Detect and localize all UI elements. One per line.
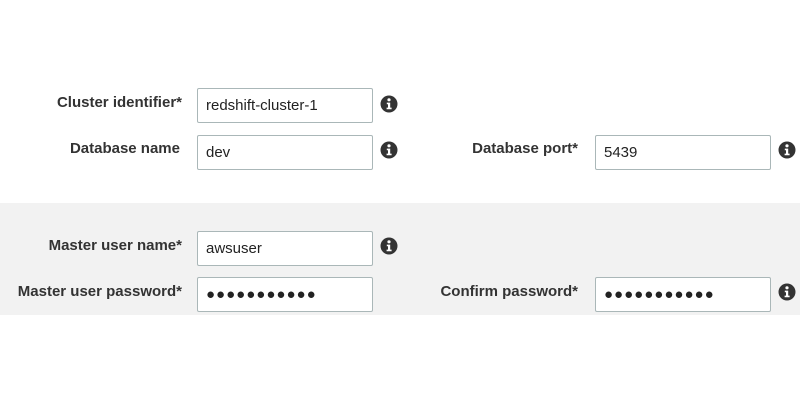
cluster-identifier-input[interactable] xyxy=(197,88,373,123)
info-circle-icon[interactable] xyxy=(778,283,796,301)
database-name-label: Database name xyxy=(69,140,180,157)
database-name-input[interactable] xyxy=(197,135,373,170)
master-user-name-input[interactable] xyxy=(197,231,373,266)
info-circle-icon[interactable] xyxy=(778,141,796,159)
cluster-configuration-form: Cluster identifier* Database name Databa… xyxy=(0,0,800,400)
master-user-password-label: Master user password* xyxy=(17,283,182,300)
confirm-password-label: Confirm password* xyxy=(440,283,578,300)
cluster-identifier-label: Cluster identifier* xyxy=(56,94,182,111)
info-circle-icon[interactable] xyxy=(380,237,398,255)
info-circle-icon[interactable] xyxy=(380,141,398,159)
database-port-label: Database port* xyxy=(472,140,578,157)
confirm-password-input[interactable] xyxy=(595,277,771,312)
master-user-name-label: Master user name* xyxy=(48,237,182,254)
info-circle-icon[interactable] xyxy=(380,95,398,113)
master-user-password-input[interactable] xyxy=(197,277,373,312)
database-port-input[interactable] xyxy=(595,135,771,170)
